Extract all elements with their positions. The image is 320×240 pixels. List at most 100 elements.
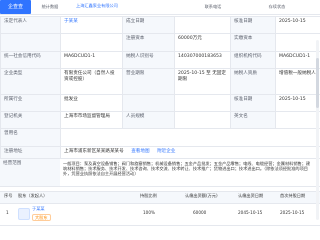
tax-id-value-text: 140307000183653	[178, 54, 222, 59]
approval-date-value-text: 2025-10-15	[279, 19, 306, 24]
org-code-value[interactable]: MA6DCUD1-1	[275, 51, 320, 68]
enterprise-type-label-text: 企业类型	[4, 71, 23, 76]
shareholder-index: 1	[6, 210, 9, 215]
tax-id-value[interactable]: 140307000183653	[174, 51, 230, 68]
business-term-label-text: 营业期限	[126, 71, 145, 76]
col-shareholder: 股东（发起人）	[18, 193, 48, 198]
shareholders-table: 序号 股东（发起人） 持股比例 认缴出资额(万元) 认缴出资日期 首次持股日期 …	[0, 191, 320, 240]
former-name-label: 曾用名	[0, 128, 60, 146]
registered-capital-label-text: 注册资本	[126, 36, 145, 41]
shareholder-tag: 大股东	[32, 214, 51, 222]
credit-code-label-text: 统一社会信用代码	[4, 54, 41, 59]
tax-qualification-label-text: 纳税人资质	[234, 71, 257, 76]
approval-date-2-label: 核准日期	[230, 94, 275, 111]
approval-date-value: 2025-10-15	[275, 16, 320, 33]
tax-id-label-text: 纳税人识别号	[126, 54, 154, 59]
tab-statistics-label: 统计数据	[41, 4, 59, 10]
shareholder-avatar	[18, 208, 30, 220]
address-value: 上海市浦东新区某某路某某号 查看地图 附近企业	[60, 146, 320, 158]
registry-authority-label-text: 登记机关	[4, 114, 23, 119]
legal-rep-label: 法定代表人	[0, 16, 60, 33]
shareholder-ratio: 100%	[143, 210, 155, 215]
english-name-value	[275, 111, 320, 128]
blank-label	[0, 33, 60, 51]
blank-value	[60, 33, 122, 51]
address-label-text: 注册地址	[4, 149, 23, 154]
info-table: 法定代表人 于某某 成立日期 核准日期 2025-10-15 注册资本 6000…	[0, 16, 320, 158]
approval-date-2-value-text: 2025-10-15	[279, 97, 306, 102]
business-term-label: 营业期限	[122, 68, 174, 94]
registry-authority-value: 上海市市场监督管理局	[60, 111, 122, 128]
header-divider	[0, 14, 320, 15]
establish-date-value	[174, 16, 230, 33]
qcc-logo: 企查查	[0, 0, 31, 14]
map-link[interactable]: 查看地图	[131, 149, 149, 154]
scrollbar-thumb[interactable]	[316, 58, 319, 108]
former-name-value	[60, 128, 320, 146]
logo-text: 企查查	[7, 4, 23, 10]
tax-qualification-label: 纳税人资质	[230, 68, 275, 94]
company-name-text: 上海汇鑫泵业有限公司	[76, 3, 118, 8]
scope-label-text: 经营范围	[3, 161, 22, 166]
scope-section: 经营范围 一般项目：泵及真空设备销售；阀门和旋塞销售；机械设备销售；五金产品批发…	[0, 158, 320, 187]
industry-value-text: 批发业	[64, 97, 78, 102]
col-ratio: 持股比例	[140, 193, 157, 198]
legal-rep-value-text: 于某某	[64, 19, 78, 24]
staff-size-value	[174, 111, 230, 128]
approval-date-2-value: 2025-10-15	[275, 94, 320, 111]
col-index: 序号	[4, 193, 13, 198]
scope-text-content: 一般项目：泵及真空设备销售；阀门和旋塞销售；机械设备销售；五金产品批发；五金产品…	[63, 161, 311, 177]
establish-date-label-text: 成立日期	[126, 19, 145, 24]
col-amount: 认缴出资额(万元)	[185, 193, 218, 198]
registry-authority-label: 登记机关	[0, 111, 60, 128]
credit-code-value-text: MA6DCUD1-1	[64, 54, 96, 59]
scope-text: 一般项目：泵及真空设备销售；阀门和旋塞销售；机械设备销售；五金产品批发；五金产品…	[60, 159, 315, 186]
scope-label: 经营范围	[0, 159, 60, 186]
enterprise-type-value: 有限责任公司（自然人投资或控股）	[60, 68, 122, 94]
paid-capital-value	[275, 33, 320, 51]
industry-label: 所属行业	[0, 94, 60, 111]
business-term-value: 2025-10-15 至 无固定期限	[174, 68, 230, 94]
address-value-text: 上海市浦东新区某某路某某号	[64, 149, 124, 154]
col-date: 认缴出资日期	[238, 193, 264, 198]
col-first-date: 首次持股日期	[280, 193, 306, 198]
enterprise-type-value-text: 有限责任公司（自然人投资或控股）	[64, 71, 115, 82]
shareholder-name[interactable]: 于某某	[32, 206, 45, 211]
english-name-label-text: 英文名	[234, 114, 248, 119]
establish-date-label: 成立日期	[122, 16, 174, 33]
tab-contact-label: 联系电话	[204, 4, 222, 10]
registered-capital-label: 注册资本	[122, 33, 174, 51]
staff-size-label: 人员规模	[122, 111, 174, 128]
credit-code-value[interactable]: MA6DCUD1-1	[60, 51, 122, 68]
org-code-value-text: MA6DCUD1-1	[279, 54, 311, 59]
registered-capital-value-text: 60000万元	[178, 36, 202, 41]
tax-id-label: 纳税人识别号	[122, 51, 174, 68]
paid-capital-label: 实缴资本	[230, 33, 275, 51]
business-term-value-text: 2025-10-15 至 无固定期限	[178, 71, 226, 82]
paid-capital-label-text: 实缴资本	[234, 36, 253, 41]
former-name-label-text: 曾用名	[4, 131, 18, 136]
approval-date-label-text: 核准日期	[234, 19, 253, 24]
company-name[interactable]: 上海汇鑫泵业有限公司	[76, 3, 171, 8]
tax-qualification-value: 增值税一般纳税人	[275, 68, 320, 94]
tab-status[interactable]: 存续状态	[262, 0, 292, 14]
credit-code-label: 统一社会信用代码	[0, 51, 60, 68]
tab-statistics[interactable]: 统计数据	[35, 0, 65, 14]
shareholder-amount: 60000	[193, 210, 207, 215]
org-code-label: 组织机构代码	[230, 51, 275, 68]
legal-rep-value[interactable]: 于某某	[60, 16, 122, 33]
blank-mid-value	[174, 94, 230, 111]
english-name-label: 英文名	[230, 111, 275, 128]
tax-qualification-value-text: 增值税一般纳税人	[279, 71, 316, 76]
registered-capital-value: 60000万元	[174, 33, 230, 51]
shareholder-first-date: 2025-10-15	[280, 210, 305, 215]
tab-status-label: 存续状态	[268, 4, 286, 10]
industry-label-text: 所属行业	[4, 97, 23, 102]
blank-mid-label	[122, 94, 174, 111]
tab-contact[interactable]: 联系电话	[196, 0, 230, 14]
staff-size-label-text: 人员规模	[126, 114, 145, 119]
shareholder-date: 2045-10-15	[238, 210, 263, 215]
nearby-link[interactable]: 附近企业	[157, 149, 175, 154]
address-label: 注册地址	[0, 146, 60, 158]
industry-value: 批发业	[60, 94, 122, 111]
